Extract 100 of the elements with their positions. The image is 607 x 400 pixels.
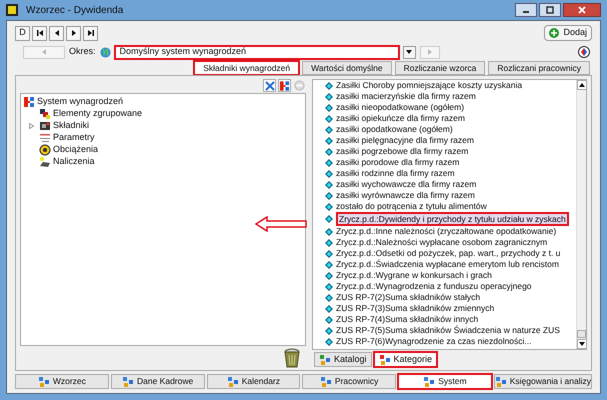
list-item[interactable]: zasiłki pogrzebowe dla firmy razem — [325, 146, 468, 157]
tab[interactable]: Rozliczani pracownicy — [488, 61, 590, 75]
item-icon — [325, 170, 333, 178]
maximize-button[interactable] — [539, 3, 561, 17]
nav-button[interactable] — [32, 26, 47, 40]
list-item[interactable]: zasiłki wychowawcze dla firmy razem — [325, 179, 476, 190]
trash-bin-icon[interactable] — [284, 348, 300, 368]
list-item[interactable]: Zasiłki Choroby pomniejszające koszty uzyskania — [325, 80, 522, 91]
item-icon — [325, 126, 333, 134]
system-icon — [279, 80, 290, 92]
item-icon — [325, 148, 333, 156]
nav-button[interactable] — [49, 26, 64, 40]
scroll-down-icon[interactable] — [577, 339, 587, 349]
module-button[interactable]: Dane Kadrowe — [110, 374, 204, 389]
item-icon — [325, 282, 333, 290]
minimize-button[interactable] — [515, 3, 537, 17]
list-item[interactable]: zasiłki nieopodatkowane (ogółem) — [325, 102, 464, 113]
dropdown-icon — [406, 50, 412, 54]
close-button[interactable] — [563, 3, 601, 17]
app-logo-icon — [6, 4, 18, 16]
list-item[interactable]: zasiłki porodowe dla firmy razem — [325, 157, 460, 168]
back-icon — [41, 49, 47, 55]
tab[interactable]: Wartości domyślne — [302, 61, 392, 75]
list-item[interactable]: Zrycz.p.d.:Inne należności (zryczałtowane opodatkowanie) — [325, 226, 556, 237]
scrollbar[interactable] — [576, 80, 586, 349]
tree-item[interactable]: Elementy zgrupowane — [23, 108, 303, 120]
list-item[interactable]: zasiłki opiekuńcze dla firmy razem — [325, 113, 465, 124]
list-item[interactable]: ZUS RP-7(6)Wynagrodzenie za czas niezdolności... — [325, 336, 532, 347]
module-icon — [226, 376, 239, 388]
system-icon — [23, 96, 35, 108]
list-item[interactable]: zasiłki rodzinne dla firmy razem — [325, 168, 455, 179]
item-icon — [325, 158, 333, 166]
list-item[interactable]: ZUS RP-7(5)Suma składników Świadczenia w naturze ZUS — [325, 325, 560, 336]
window-title: Wzorzec - Dywidenda — [26, 4, 124, 18]
period-select[interactable]: Domyślny system wynagrodzeń — [114, 46, 399, 58]
item-icon — [325, 294, 333, 302]
list-item[interactable]: zasiłki wyrównawcze dla firmy razem — [325, 190, 475, 201]
maximize-icon — [546, 6, 554, 14]
category-icon — [378, 354, 391, 366]
module-icon — [38, 376, 50, 388]
module-button[interactable]: System — [398, 374, 492, 389]
tree-item[interactable]: Składniki — [23, 120, 303, 132]
module-button[interactable]: Pracownicy — [302, 374, 396, 389]
module-icon — [423, 376, 436, 388]
item-icon — [325, 192, 333, 200]
list-item[interactable]: Zrycz.p.d.:Wygrane w konkursach i grach — [325, 270, 492, 281]
close-icon — [578, 6, 586, 14]
item-icon — [325, 202, 333, 210]
tab[interactable]: Kategorie — [374, 352, 438, 367]
tree-item[interactable]: System wynagrodzeń — [23, 96, 303, 108]
module-icon — [494, 376, 507, 388]
accruals-icon — [39, 156, 51, 168]
item-icon — [325, 338, 333, 346]
compass-icon — [578, 46, 590, 58]
tab[interactable]: Składniki wynagrodzeń — [194, 61, 300, 75]
module-button[interactable]: Księgowania i analizy — [494, 374, 592, 389]
module-button[interactable]: Wzorzec — [15, 374, 109, 389]
list-item[interactable]: ZUS RP-7(2)Suma składników stałych — [325, 292, 480, 303]
minus-circle-icon — [294, 80, 305, 91]
list-item[interactable]: Zrycz.p.d.:Odsetki od pożyczek, pap. wart., przychody z t. u — [325, 248, 560, 259]
nav-button[interactable] — [83, 26, 98, 40]
item-icon — [325, 238, 333, 246]
nav-button[interactable] — [66, 26, 81, 40]
list-item[interactable]: ZUS RP-7(3)Suma składników zmiennych — [325, 303, 494, 314]
list-item[interactable]: ZUS RP-7(4)Suma składników innych — [325, 314, 478, 325]
list-item[interactable]: zasiłki pielęgnacyjne dla firmy razem — [325, 135, 474, 146]
item-icon — [325, 92, 333, 100]
item-icon — [325, 250, 333, 258]
item-icon — [325, 228, 333, 236]
expand-icon[interactable] — [29, 123, 34, 129]
item-icon — [325, 272, 333, 280]
list-item[interactable]: zasiłki macierzyńskie dla firmy razem — [325, 91, 476, 102]
list-item[interactable]: zostało do potrącenia z tytułu alimentów — [325, 201, 487, 212]
group-icon — [39, 108, 51, 120]
tab[interactable]: Katalogi — [314, 352, 372, 367]
tools-button[interactable] — [263, 79, 276, 92]
tree-item[interactable]: Naliczenia — [23, 156, 303, 168]
item-icon — [325, 180, 333, 188]
new-button[interactable]: D — [15, 26, 30, 40]
tab[interactable]: Rozliczanie wzorca — [394, 61, 486, 75]
item-icon — [325, 326, 333, 334]
list-item[interactable]: Zrycz.p.d.:Należności wypłacane osobom zagranicznym — [325, 237, 548, 248]
list-item[interactable]: zasiłki opodatkowane (ogółem) — [325, 124, 453, 135]
first-arrow-icon — [34, 28, 44, 38]
catalog-icon — [319, 354, 331, 366]
item-icon — [325, 304, 333, 312]
dropdown-button[interactable] — [402, 46, 416, 58]
add-button[interactable]: Dodaj — [544, 25, 592, 41]
item-icon — [325, 316, 333, 324]
item-icon — [325, 136, 333, 144]
charges-icon — [39, 144, 51, 156]
module-button[interactable]: Kalendarz — [206, 374, 300, 389]
item-icon — [325, 82, 333, 90]
scrollbar-thumb[interactable] — [577, 330, 586, 338]
structure-button[interactable] — [278, 79, 291, 92]
scroll-up-icon[interactable] — [577, 80, 587, 90]
list-item[interactable]: Zrycz.p.d.:Wynagrodzenia z funduszu operacyjnego — [325, 281, 532, 292]
tree-item[interactable]: Obciążenia — [23, 144, 303, 156]
tree-item[interactable]: Parametry — [23, 132, 303, 144]
list-item[interactable]: Zrycz.p.d.:Świadczenia wypłacane emerytom lub rencistom — [325, 259, 559, 270]
